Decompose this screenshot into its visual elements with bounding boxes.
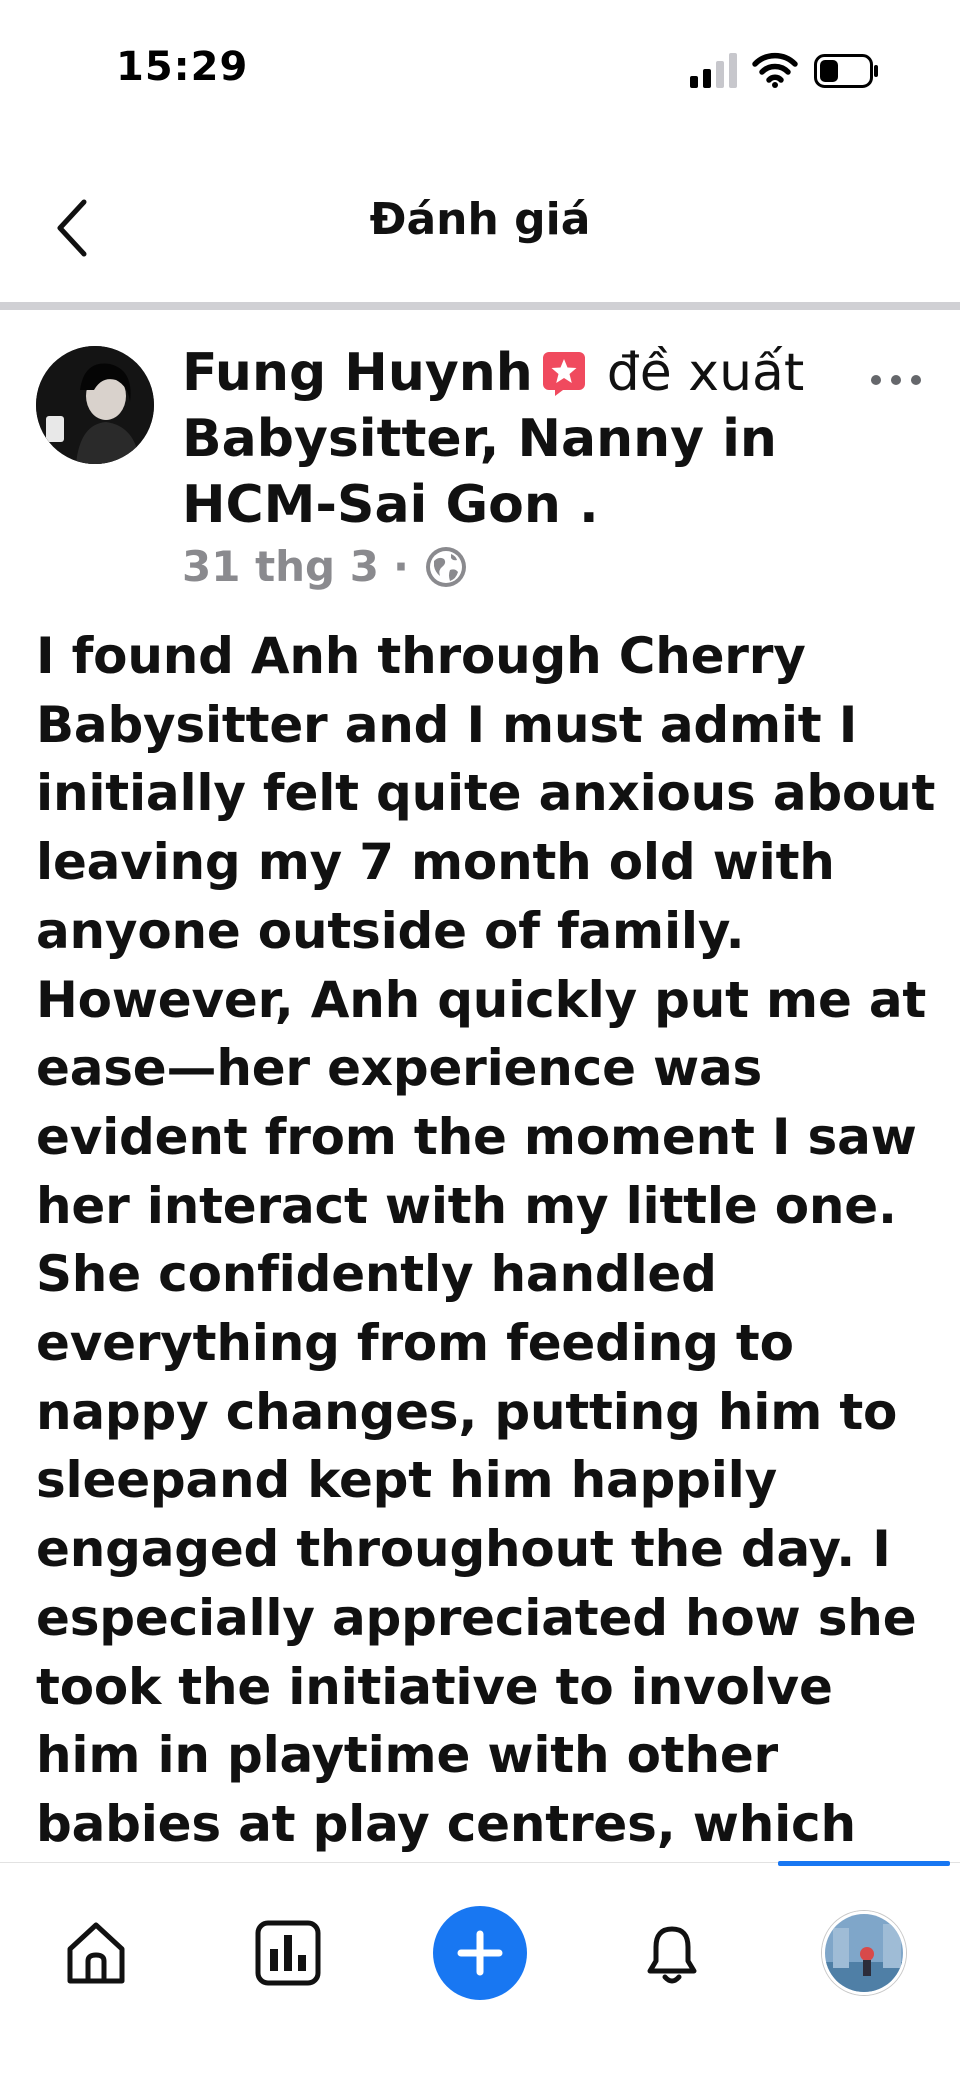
active-tab-indicator	[778, 1861, 950, 1866]
page-title: Đánh giá	[369, 194, 591, 245]
profile-avatar	[822, 1911, 906, 1995]
nav-header: Đánh giá	[0, 160, 960, 290]
tab-notifications[interactable]	[622, 1903, 722, 2003]
author-avatar[interactable]	[36, 346, 154, 464]
home-icon	[67, 1922, 125, 1984]
cellular-signal-icon	[690, 53, 737, 88]
wifi-icon	[752, 52, 798, 88]
avatar-photo	[36, 346, 154, 464]
author-name[interactable]: Fung Huynh	[182, 343, 533, 403]
tab-profile[interactable]	[814, 1903, 914, 2003]
dashboard-icon	[255, 1920, 321, 1986]
tab-create[interactable]	[430, 1903, 530, 2003]
add-icon	[457, 1930, 503, 1976]
review-text: I found Anh through Cherry Babysitter an…	[36, 627, 936, 1853]
tab-home[interactable]	[46, 1903, 146, 2003]
meta-separator: ·	[392, 542, 409, 591]
star-badge-icon	[542, 352, 585, 396]
more-horizontal-icon[interactable]	[866, 360, 926, 400]
bottom-tab-bar	[0, 1861, 960, 2079]
status-bar: 15:29	[0, 0, 960, 150]
post-meta: 31 thg 3 ·	[182, 542, 469, 591]
notifications-icon	[647, 1926, 697, 1984]
post-header: Fung Huynh đề xuất Babysitter, Nanny in …	[182, 340, 862, 538]
recommended-page[interactable]: Babysitter, Nanny in HCM-Sai Gon .	[182, 409, 777, 535]
tab-professional-dashboard[interactable]	[238, 1903, 338, 2003]
battery-icon	[814, 54, 878, 88]
recommend-verb: đề xuất	[606, 343, 805, 403]
post-date[interactable]: 31 thg 3	[182, 542, 379, 591]
add-button[interactable]	[433, 1906, 527, 2000]
globe-icon	[425, 546, 466, 587]
review-post: Fung Huynh đề xuất Babysitter, Nanny in …	[0, 310, 960, 1862]
status-time: 15:29	[116, 44, 249, 90]
header-divider	[0, 302, 960, 310]
